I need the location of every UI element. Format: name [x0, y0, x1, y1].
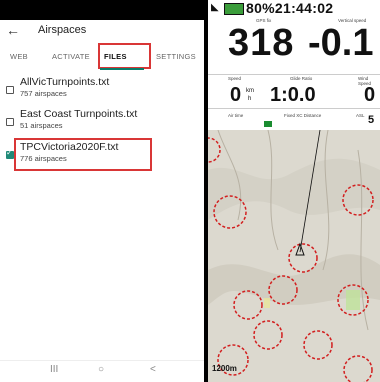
- map-scale: 1200m: [212, 364, 237, 373]
- file-row[interactable]: AllVicTurnpoints.txt 757 airspaces: [0, 76, 204, 110]
- status-bar: [0, 0, 204, 20]
- tab-activate[interactable]: ACTIVATE: [52, 52, 90, 61]
- glide-value: 1:0.0: [270, 84, 316, 106]
- speed-value: 0: [230, 84, 242, 106]
- air-time-label: Air time: [228, 113, 244, 118]
- speed-label: Speed: [228, 76, 242, 81]
- fixed-xc-label: Fixed XC Distance: [284, 113, 322, 118]
- home-button[interactable]: ○: [98, 364, 104, 375]
- file-name: AllVicTurnpoints.txt: [20, 76, 110, 88]
- divider: [208, 74, 380, 75]
- signal-icon: ◣: [211, 2, 219, 13]
- page-title: Airspaces: [38, 24, 87, 36]
- tab-web[interactable]: WEB: [10, 52, 28, 61]
- map-svg: [208, 129, 380, 382]
- map-view[interactable]: 1200m: [208, 129, 380, 382]
- flight-instrument-screen: ◣ 80%21:44:02 GPS fix Vertical speed 318…: [208, 0, 380, 382]
- speed-unit-h: h: [248, 96, 252, 102]
- wind-value: 0: [364, 84, 376, 106]
- glide-ratio-label: Glide Ratio: [290, 76, 313, 81]
- back-arrow-icon[interactable]: ←: [6, 22, 20, 38]
- tab-settings[interactable]: SETTINGS: [156, 52, 196, 61]
- file-row[interactable]: East Coast Turnpoints.txt 51 airspaces: [0, 108, 204, 142]
- speed-unit: km: [246, 88, 254, 94]
- file-checkbox[interactable]: [6, 118, 14, 126]
- status-text: 80%21:44:02: [246, 0, 334, 16]
- battery-icon: [224, 3, 244, 15]
- recent-apps-button[interactable]: III: [50, 364, 58, 375]
- selected-file-highlight: [14, 138, 152, 171]
- system-nav-bar: III ○ <: [0, 360, 204, 382]
- file-airspace-count: 51 airspaces: [20, 121, 63, 130]
- asl-value: 5: [368, 114, 375, 126]
- back-button[interactable]: <: [150, 364, 156, 375]
- file-checkbox[interactable]: [6, 86, 14, 94]
- files-tab-highlight: [98, 43, 151, 69]
- file-airspace-count: 757 airspaces: [20, 89, 67, 98]
- vario-value: -0.1: [308, 22, 374, 64]
- divider: [208, 108, 380, 109]
- file-name: East Coast Turnpoints.txt: [20, 108, 138, 120]
- asl-label: ASL: [356, 113, 365, 118]
- status-indicator: [264, 121, 272, 127]
- status-bar: ◣ 80%21:44:02: [208, 0, 380, 18]
- file-checkbox-checked[interactable]: [6, 148, 14, 159]
- active-tab-indicator: [100, 68, 144, 70]
- altitude-value: 318: [228, 22, 295, 64]
- airspaces-screen: ← Airspaces WEB ACTIVATE FILES SETTINGS …: [0, 0, 204, 382]
